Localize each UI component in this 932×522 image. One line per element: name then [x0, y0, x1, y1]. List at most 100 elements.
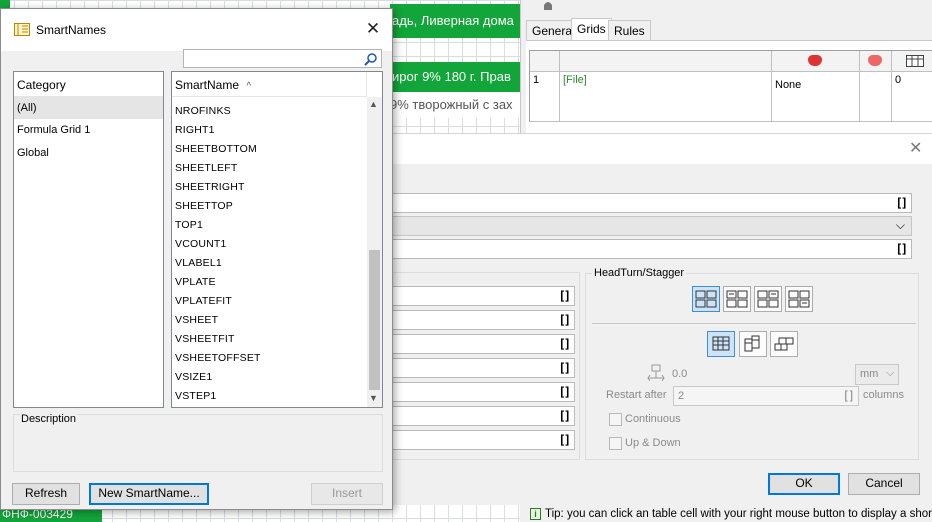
unit-chevron-icon: ⌵	[886, 367, 895, 379]
list-item[interactable]: VSHEET	[172, 311, 367, 330]
field-button[interactable]: []	[559, 361, 572, 375]
field-button[interactable]: []	[559, 337, 572, 351]
tab-rules[interactable]: Rules	[608, 20, 651, 40]
left-field-2[interactable]: []	[385, 310, 575, 330]
smartnames-search-input[interactable]	[183, 49, 382, 68]
smartnames-close-icon[interactable]: ✕	[363, 19, 383, 39]
stagger-vertical-icon[interactable]	[739, 331, 767, 357]
list-item[interactable]: SHEETLEFT	[172, 159, 367, 178]
headturn-option-1-icon[interactable]	[692, 286, 720, 312]
list-item[interactable]: SHEETTOP	[172, 197, 367, 216]
insert-button[interactable]: Insert	[311, 483, 383, 505]
headturn-option-2-icon[interactable]	[723, 286, 751, 312]
bell-icon	[541, 0, 555, 10]
category-item-all[interactable]: (All)	[14, 97, 163, 119]
smartname-list[interactable]: SmartName ^ NROFINKS RIGHT1 SHEETBOTTOM …	[171, 71, 383, 408]
list-item[interactable]: VLABEL1	[172, 254, 367, 273]
grid-row-mode[interactable]: None	[772, 72, 860, 122]
tip-text: Tip: you can click an table cell with yo…	[545, 508, 932, 520]
stagger-horizontal-icon[interactable]	[770, 331, 798, 357]
scrollbar-thumb[interactable]	[369, 250, 380, 390]
scroll-up-icon[interactable]: ▲	[369, 99, 378, 109]
main-dialog: ✕ [] ⌵ [] [] [] [] [] [] [] [] HeadTurn/…	[385, 133, 932, 505]
unit-dropdown[interactable]: mm ⌵	[855, 364, 899, 385]
field-button[interactable]: []	[559, 409, 572, 423]
description-group: Description	[13, 413, 383, 472]
left-field-1[interactable]: []	[385, 286, 575, 306]
smartnames-title: SmartNames	[36, 23, 107, 37]
grid-head-mask2[interactable]	[860, 51, 892, 72]
table-icon	[906, 55, 924, 67]
list-item[interactable]: VPLATE	[172, 273, 367, 292]
tab-grids[interactable]: Grids	[571, 18, 612, 41]
green-row-2-text: ирог 9% 180 г. Прав	[392, 69, 511, 84]
updown-checkbox[interactable]	[609, 437, 622, 450]
field-button[interactable]: []	[559, 289, 572, 303]
green-row-1-text: адь, Ливерная дома	[392, 13, 514, 28]
green-row-1: адь, Ливерная дома	[390, 4, 520, 38]
headturn-option-3-icon[interactable]	[754, 286, 782, 312]
updown-label: Up & Down	[625, 437, 681, 449]
list-item[interactable]: VCOUNT1	[172, 235, 367, 254]
cancel-button[interactable]: Cancel	[848, 473, 920, 495]
green-row-2: ирог 9% 180 г. Прав	[390, 62, 520, 92]
list-item[interactable]: SHEETRIGHT	[172, 178, 367, 197]
top-field-1[interactable]: []	[385, 193, 912, 213]
list-item[interactable]: VSHEETFIT	[172, 330, 367, 349]
list-item[interactable]: VSTEP1	[172, 387, 367, 406]
scroll-down-icon[interactable]: ▼	[369, 393, 378, 403]
top-dropdown[interactable]: ⌵	[385, 216, 912, 236]
left-field-5[interactable]: []	[385, 382, 575, 402]
list-item[interactable]: SHEETBOTTOM	[172, 140, 367, 159]
list-item[interactable]: NROFINKS	[172, 102, 367, 121]
new-smartname-button[interactable]: New SmartName...	[89, 483, 209, 505]
stagger-grid-icon[interactable]	[707, 331, 735, 357]
grid-table[interactable]: 1 [File] None 0	[529, 50, 932, 122]
grid-head-table[interactable]	[892, 51, 932, 72]
mask-red-icon	[808, 55, 822, 66]
restart-label: Restart after	[606, 389, 667, 401]
list-item[interactable]: VSHEETOFFSET	[172, 349, 367, 368]
continuous-checkbox[interactable]	[609, 413, 622, 426]
top-field-2[interactable]: []	[385, 239, 912, 259]
white-row: 9% творожный с зах	[390, 92, 520, 118]
field-button[interactable]: []	[559, 313, 572, 327]
field-button[interactable]: []	[896, 196, 909, 210]
main-close-icon[interactable]: ✕	[909, 138, 925, 157]
grid-row-file[interactable]: [File]	[560, 72, 772, 122]
smartname-scrollbar[interactable]: ▲ ▼	[367, 97, 382, 407]
headturn-divider	[592, 323, 916, 324]
grid-row-blank[interactable]	[860, 72, 892, 122]
list-item[interactable]: VSIZE1	[172, 368, 367, 387]
left-field-7[interactable]: []	[385, 430, 575, 450]
description-label: Description	[20, 413, 78, 425]
field-button[interactable]: []	[559, 433, 572, 447]
list-item[interactable]: RIGHT1	[172, 121, 367, 140]
grid-row-value[interactable]: 0	[892, 72, 932, 122]
list-item[interactable]: TOP1	[172, 216, 367, 235]
list-item[interactable]: VPLATEFIT	[172, 292, 367, 311]
restart-button[interactable]: []	[843, 389, 856, 403]
left-field-4[interactable]: []	[385, 358, 575, 378]
field-button[interactable]: []	[896, 242, 909, 256]
category-item-formula-grid[interactable]: Formula Grid 1	[14, 119, 163, 142]
restart-field[interactable]: 2 []	[673, 386, 859, 406]
left-field-3[interactable]: []	[385, 334, 575, 354]
grid-row-index: 1	[530, 72, 560, 122]
grid-head-mode[interactable]	[772, 51, 860, 72]
category-list[interactable]: Category (All) Formula Grid 1 Global	[13, 71, 164, 408]
headturn-option-4-icon[interactable]	[785, 286, 813, 312]
continuous-label: Continuous	[625, 413, 681, 425]
left-field-6[interactable]: []	[385, 406, 575, 426]
spacing-value: 0.0	[672, 368, 688, 380]
category-item-global[interactable]: Global	[14, 142, 163, 165]
category-header[interactable]: Category	[14, 72, 163, 97]
restart-value: 2	[678, 390, 685, 402]
grid-head-file[interactable]	[560, 51, 772, 72]
field-button[interactable]: []	[559, 385, 572, 399]
ok-button[interactable]: OK	[768, 473, 840, 495]
grids-window: General Grids Rules 1 [File] None 0	[520, 0, 932, 140]
smartname-header[interactable]: SmartName ^	[172, 72, 367, 97]
sort-up-icon: ^	[246, 81, 252, 92]
refresh-button[interactable]: Refresh	[12, 483, 80, 505]
